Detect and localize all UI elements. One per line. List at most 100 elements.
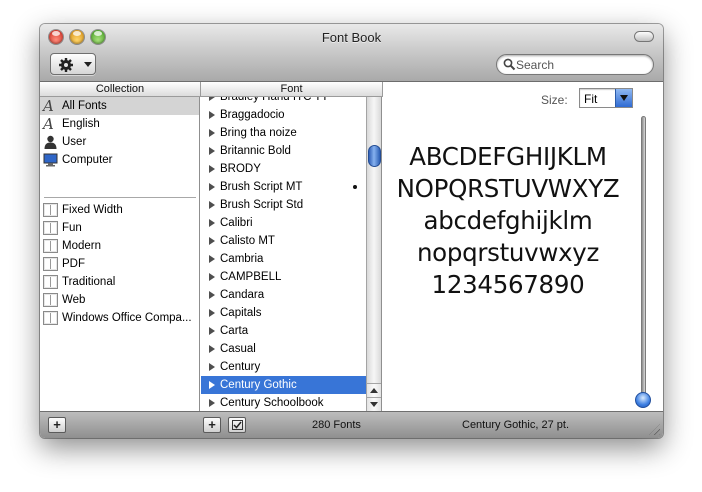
plus-icon: + [208,417,216,432]
disclosure-triangle-icon[interactable] [209,255,215,263]
collection-item-modern[interactable]: Modern [40,237,199,255]
book-icon [43,293,58,307]
disclosure-triangle-icon[interactable] [209,291,215,299]
font-item-brody[interactable]: BRODY [201,160,366,178]
font-item-brush-script-mt[interactable]: Brush Script MT [201,178,366,196]
font-item-campbell[interactable]: CAMPBELL [201,268,366,286]
disclosure-triangle-icon[interactable] [209,237,215,245]
disclosure-triangle-icon[interactable] [209,111,215,119]
font-item-casual[interactable]: Casual [201,340,366,358]
font-item-century-gothic[interactable]: Century Gothic [201,376,366,394]
disclosure-triangle-icon[interactable] [209,201,215,209]
collection-item-web[interactable]: Web [40,291,199,309]
font-item-capitals[interactable]: Capitals [201,304,366,322]
arrow-down-icon [370,402,378,407]
size-select[interactable]: Fit [579,88,633,108]
disclosure-triangle-icon[interactable] [209,399,215,407]
font-item-label: Carta [220,325,249,337]
book-icon [43,257,58,271]
font-column-header[interactable]: Font [201,82,383,97]
disclosure-triangle-icon[interactable] [209,219,215,227]
scroll-up-button[interactable] [367,383,381,397]
font-item-label: Braggadocio [220,109,285,121]
collection-divider [44,197,196,198]
font-item-label: Bring tha noize [220,127,297,139]
font-item-brush-script-std[interactable]: Brush Script Std [201,196,366,214]
disclosure-triangle-icon[interactable] [209,147,215,155]
collection-item-computer[interactable]: Computer [40,151,199,169]
collection-item-label: Modern [62,240,101,252]
font-item-calibri[interactable]: Calibri [201,214,366,232]
disclosure-triangle-icon[interactable] [209,129,215,137]
size-slider-knob[interactable] [635,392,651,408]
disclosure-triangle-icon[interactable] [209,345,215,353]
font-list-scrollbar[interactable] [366,97,381,411]
font-count: 280 Fonts [312,419,361,431]
size-select-arrow-button[interactable] [615,89,632,107]
scroll-down-button[interactable] [367,397,381,411]
collection-item-all-fonts[interactable]: A All Fonts [40,97,199,115]
font-item-label: Century [220,361,261,373]
collection-item-label: Fixed Width [62,204,123,216]
window-title: Font Book [321,30,382,45]
current-font-status: Century Gothic, 27 pt. [462,419,569,431]
collection-item-windows-office[interactable]: Windows Office Compa... [40,309,199,327]
resize-grip-icon[interactable] [649,424,660,435]
gear-icon [59,58,73,72]
size-select-value: Fit [584,92,598,106]
collection-item-fun[interactable]: Fun [40,219,199,237]
disclosure-triangle-icon[interactable] [209,363,215,371]
action-menu-button[interactable] [50,53,96,75]
font-item-britannic-bold[interactable]: Britannic Bold [201,142,366,160]
collection-item-label: Windows Office Compa... [62,312,192,324]
disclosure-triangle-icon[interactable] [209,309,215,317]
font-item-label: Bradley Hand ITC TT [220,97,329,103]
collection-item-english[interactable]: A English [40,115,199,133]
font-item-calisto-mt[interactable]: Calisto MT [201,232,366,250]
book-icon [43,203,58,217]
font-item-bradley-hand[interactable]: Bradley Hand ITC TT [201,97,366,106]
font-item-label: Century Schoolbook [220,397,324,409]
size-slider-track[interactable] [641,116,646,404]
disclosure-triangle-icon[interactable] [209,273,215,281]
search-input[interactable] [516,57,646,72]
add-font-button[interactable]: + [203,417,221,433]
add-collection-button[interactable]: + [48,417,66,433]
disclosure-triangle-icon[interactable] [209,381,215,389]
font-item-label: Calisto MT [220,235,275,247]
collection-item-fixed-width[interactable]: Fixed Width [40,201,199,219]
font-item-carta[interactable]: Carta [201,322,366,340]
chevron-down-icon [620,95,628,101]
collection-column-header[interactable]: Collection [40,82,201,97]
font-item-cambria[interactable]: Cambria [201,250,366,268]
font-item-label: Brush Script Std [220,199,304,211]
collection-item-label: Traditional [62,276,116,288]
font-item-century-schoolbook[interactable]: Century Schoolbook [201,394,366,411]
disclosure-triangle-icon[interactable] [209,327,215,335]
font-item-bring-tha-noize[interactable]: Bring tha noize [201,124,366,142]
font-item-century[interactable]: Century [201,358,366,376]
collection-item-label: User [62,136,87,148]
title-bar: Font Book [40,24,663,82]
font-item-label: Century Gothic [220,379,297,391]
search-field[interactable] [496,54,654,75]
book-icon [43,221,58,235]
disclosure-triangle-icon[interactable] [209,183,215,191]
collection-item-label: Fun [62,222,82,234]
preview-line-lowercase-1: abcdefghijklm [423,206,593,235]
font-book-window: Font Book Collection Font [40,24,663,438]
collection-item-user[interactable]: User [40,133,199,151]
font-item-candara[interactable]: Candara [201,286,366,304]
search-icon [503,58,516,71]
enable-font-button[interactable] [228,417,246,433]
disclosure-triangle-icon[interactable] [209,165,215,173]
font-a-icon: A [43,115,54,133]
font-list-scroll-thumb[interactable] [368,145,381,167]
toolbar-toggle-button[interactable] [634,31,654,42]
font-list: Bradley Hand ITC TT Braggadocio Bring th… [201,97,382,411]
collection-item-traditional[interactable]: Traditional [40,273,199,291]
disclosure-triangle-icon[interactable] [209,97,215,101]
collection-item-pdf[interactable]: PDF [40,255,199,273]
collection-item-label: English [62,118,100,130]
font-item-braggadocio[interactable]: Braggadocio [201,106,366,124]
